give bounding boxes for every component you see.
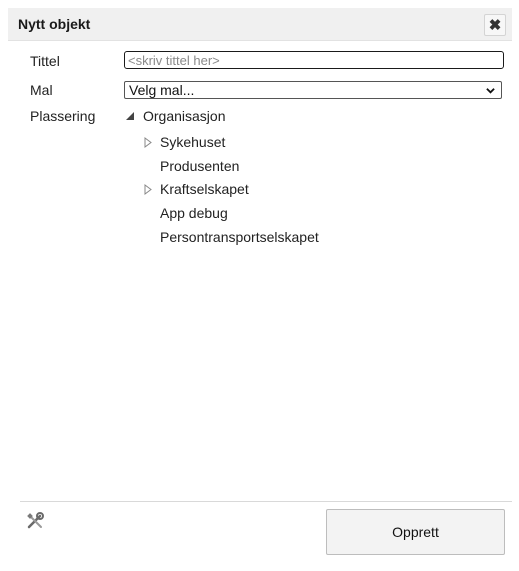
tree-item-persontransportselskapet[interactable]: Persontransportselskapet	[160, 229, 319, 245]
title-label: Tittel	[30, 53, 60, 69]
tree-root-organisasjon[interactable]: Organisasjon	[143, 108, 226, 124]
tree-item-app-debug[interactable]: App debug	[160, 205, 228, 221]
close-icon: ✖	[488, 16, 502, 34]
tools-icon[interactable]	[26, 512, 44, 530]
tree-item-kraftselskapet[interactable]: Kraftselskapet	[160, 181, 249, 197]
template-select[interactable]: Velg mal...	[124, 81, 502, 99]
template-label: Mal	[30, 82, 53, 98]
footer-divider	[20, 501, 512, 502]
dialog-title: Nytt objekt	[18, 16, 91, 32]
close-button[interactable]: ✖	[484, 14, 506, 36]
dialog-titlebar: Nytt objekt ✖	[8, 8, 512, 41]
template-select-value: Velg mal...	[129, 82, 195, 98]
location-label: Plassering	[30, 108, 96, 124]
create-button[interactable]: Opprett	[326, 509, 505, 555]
expanded-triangle-icon[interactable]	[126, 112, 134, 120]
title-input[interactable]	[124, 51, 504, 69]
chevron-down-icon	[486, 88, 495, 94]
collapsed-triangle-icon[interactable]	[144, 184, 152, 195]
tree-item-sykehuset[interactable]: Sykehuset	[160, 134, 225, 150]
collapsed-triangle-icon[interactable]	[144, 137, 152, 148]
tree-item-produsenten[interactable]: Produsenten	[160, 158, 239, 174]
